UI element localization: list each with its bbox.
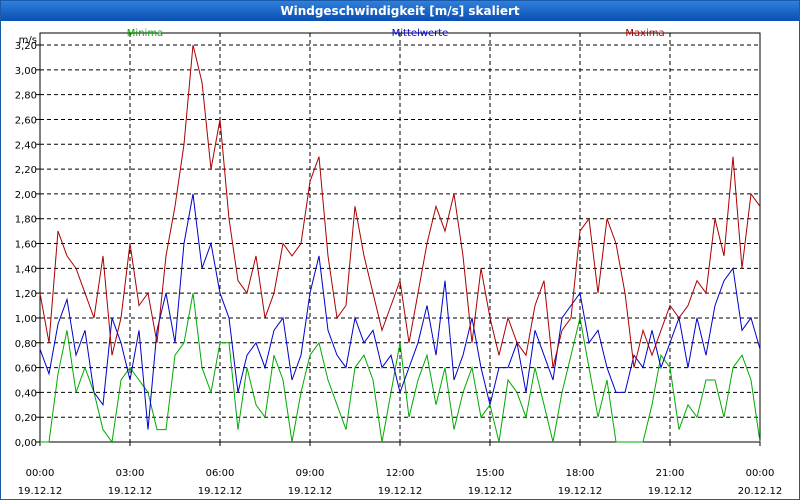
y-tick-label: 1,60 — [15, 240, 37, 251]
y-tick-label: 3,00 — [15, 66, 37, 77]
x-tick-label-time: 00:00 — [26, 468, 55, 479]
wind-speed-chart: 0,00 0,20 0,40 0,60 0,80 1,00 1,20 1,40 1,60 1,80… — [15, 28, 783, 497]
series-line-maxima — [39, 44, 761, 368]
legend-entry-minima: Minima — [127, 28, 163, 39]
y-tick-label: 1,20 — [15, 289, 37, 300]
legend-entry-maxima: Maxima — [625, 28, 664, 39]
x-tick-label-time: 00:00 — [746, 468, 775, 479]
x-tick-label-date: 19.12.12 — [18, 486, 63, 497]
y-tick-label: 0,20 — [15, 413, 37, 424]
y-tick-label: 1,40 — [15, 264, 37, 275]
y-tick-label: 0,60 — [15, 364, 37, 375]
x-tick-label-time: 09:00 — [296, 468, 325, 479]
x-tick-label-date: 19.12.12 — [198, 486, 243, 497]
x-tick-label-time: 12:00 — [386, 468, 415, 479]
x-tick-label-time: 18:00 — [566, 468, 595, 479]
y-tick-label: 2,40 — [15, 140, 37, 151]
y-axis-label: m/s — [19, 35, 37, 46]
x-tick-label-time: 15:00 — [476, 468, 505, 479]
y-tick-label: 2,80 — [15, 91, 37, 102]
x-tick-label-date: 19.12.12 — [558, 486, 603, 497]
x-tick-label-time: 03:00 — [116, 468, 145, 479]
y-tick-label: 0,00 — [15, 438, 37, 449]
x-tick-label-time: 21:00 — [656, 468, 685, 479]
y-tick-label: 1,80 — [15, 215, 37, 226]
legend-entry-mittelwerte: Mittelwerte — [392, 28, 449, 39]
x-tick-label-date: 19.12.12 — [468, 486, 513, 497]
y-tick-label: 2,60 — [15, 115, 37, 126]
x-tick-label-date: 19.12.12 — [378, 486, 423, 497]
chart-grid — [40, 33, 760, 442]
x-tick-label-date: 19.12.12 — [648, 486, 693, 497]
x-tick-label-date: 19.12.12 — [288, 486, 333, 497]
y-tick-label: 0,40 — [15, 388, 37, 399]
y-tick-label: 1,00 — [15, 314, 37, 325]
x-tick-label-time: 06:00 — [206, 468, 235, 479]
x-tick-label-date: 19.12.12 — [108, 486, 153, 497]
y-tick-label: 2,00 — [15, 190, 37, 201]
y-tick-label: 0,80 — [15, 339, 37, 350]
y-tick-label: 2,20 — [15, 165, 37, 176]
x-tick-label-date: 20.12.12 — [738, 486, 783, 497]
